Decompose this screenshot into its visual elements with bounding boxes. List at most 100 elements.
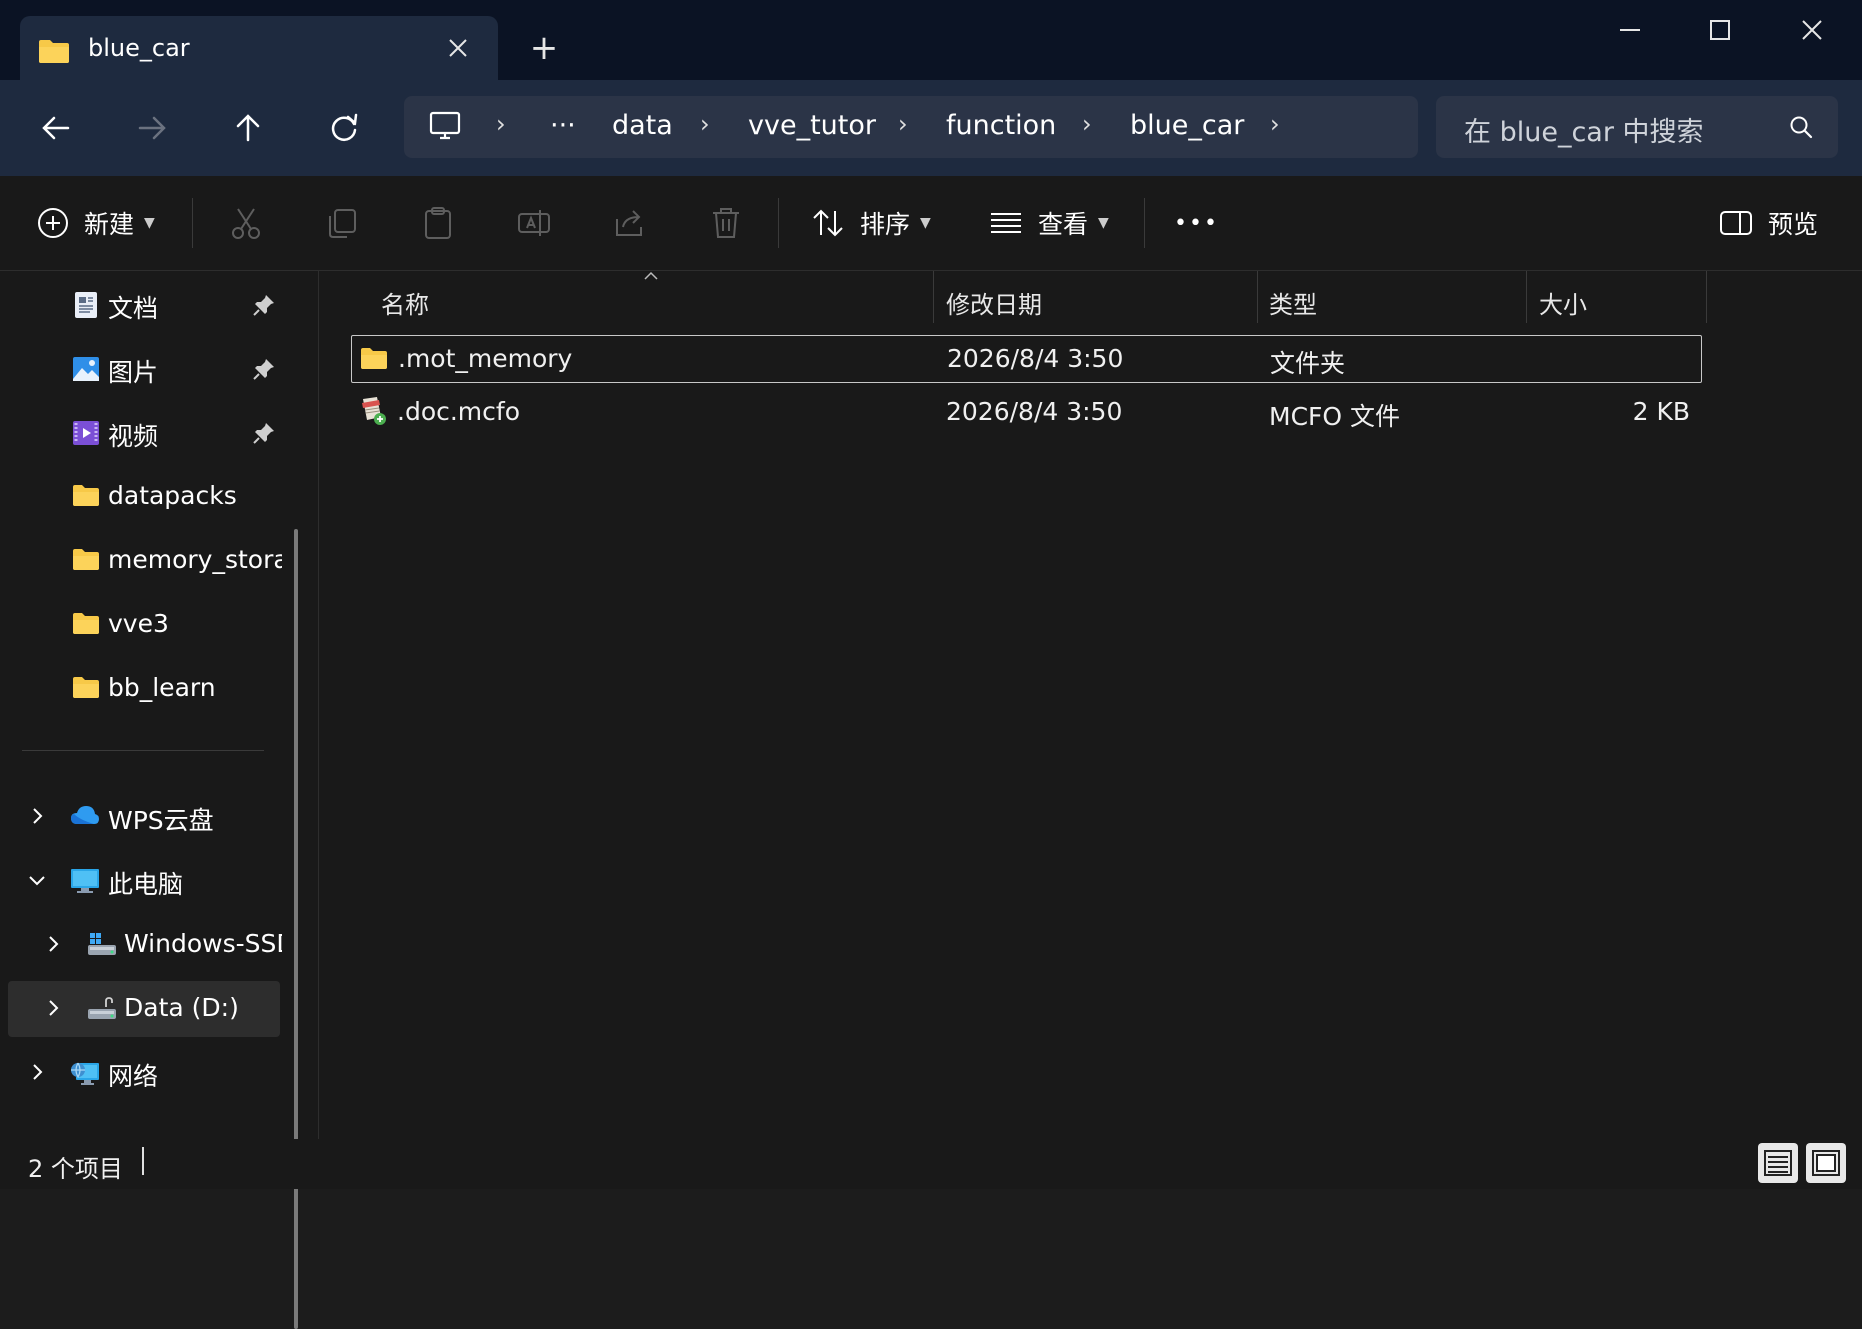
chevron-right-icon[interactable] (42, 933, 64, 955)
preview-pane-button[interactable]: 预览 (1718, 200, 1818, 246)
sidebar-item-data-d[interactable]: Data (D:) (8, 981, 280, 1037)
folder-icon (360, 346, 388, 374)
chevron-right-icon[interactable]: › (1082, 110, 1092, 138)
file-type: 文件夹 (1270, 349, 1346, 378)
chevron-right-icon[interactable]: › (1270, 110, 1280, 138)
maximize-button[interactable] (1690, 10, 1750, 50)
column-header-size[interactable]: 大小 (1539, 285, 1587, 320)
new-button[interactable]: 新建 ▼ (36, 200, 155, 246)
clipboard-icon (425, 207, 451, 239)
sidebar-item-datapacks[interactable]: datapacks (0, 469, 290, 525)
view-button[interactable]: 查看 ▼ (988, 200, 1109, 246)
share-button[interactable] (612, 200, 648, 246)
back-button[interactable] (30, 102, 82, 154)
folder-icon (72, 483, 100, 511)
breadcrumb-data[interactable]: data (612, 110, 673, 141)
new-tab-button[interactable]: + (522, 28, 566, 72)
sidebar-item-label: bb_learn (108, 673, 216, 702)
paste-button[interactable] (420, 200, 456, 246)
chevron-down-icon[interactable] (26, 869, 48, 891)
chevron-right-icon[interactable] (42, 997, 64, 1019)
tab-blue-car[interactable]: blue_car (20, 16, 498, 80)
chevron-right-icon[interactable] (26, 805, 48, 827)
copy-button[interactable] (324, 200, 360, 246)
forward-button[interactable] (126, 102, 178, 154)
delete-button[interactable] (708, 200, 744, 246)
column-divider[interactable] (1526, 271, 1527, 323)
scissors-icon (232, 208, 260, 239)
sidebar-item-label: 此电脑 (108, 870, 184, 899)
rename-button[interactable] (516, 200, 552, 246)
sidebar-item-label: 视频 (108, 422, 159, 451)
column-header-name[interactable]: 名称 (381, 285, 429, 320)
sidebar-item-this-pc[interactable]: 此电脑 (0, 853, 290, 909)
sidebar-item-label: 网络 (108, 1062, 159, 1091)
videos-icon (72, 419, 100, 447)
close-tab-icon[interactable] (440, 30, 476, 66)
sort-button[interactable]: 排序 ▼ (810, 200, 931, 246)
sidebar-item-wps-cloud[interactable]: WPS云盘 (0, 789, 290, 845)
documents-icon (72, 291, 100, 319)
breadcrumb-function[interactable]: function (946, 110, 1056, 141)
column-divider[interactable] (933, 271, 934, 323)
sidebar-item-bb-learn[interactable]: bb_learn (0, 661, 290, 717)
address-bar[interactable]: › ··· data › vve_tutor › function › blue… (404, 96, 1418, 158)
sidebar-divider (22, 750, 264, 751)
table-row[interactable]: .mot_memory 2026/8/4 3:50 文件夹 (351, 335, 1702, 383)
cut-button[interactable] (228, 200, 264, 246)
toolbar-divider (192, 198, 193, 248)
chevron-right-icon[interactable] (26, 1061, 48, 1083)
trash-icon (713, 208, 739, 238)
sidebar-item-label: 图片 (108, 358, 159, 387)
sidebar-item-vve3[interactable]: vve3 (0, 597, 290, 653)
sidebar-item-windows-ssd[interactable]: Windows-SSD (0, 917, 290, 973)
title-bar: blue_car + (0, 0, 1862, 80)
search-icon[interactable] (1788, 114, 1814, 144)
pictures-icon (72, 355, 100, 383)
computer-icon[interactable] (428, 110, 462, 146)
preview-label: 预览 (1768, 210, 1819, 239)
search-placeholder[interactable]: 在 blue_car 中搜索 (1464, 110, 1704, 149)
table-row[interactable]: .doc.mcfo 2026/8/4 3:50 MCFO 文件 2 KB (351, 389, 1700, 435)
column-header-type[interactable]: 类型 (1269, 285, 1317, 320)
file-name: .doc.mcfo (397, 397, 520, 426)
chevron-right-icon[interactable]: › (700, 110, 710, 138)
minimize-button[interactable] (1600, 10, 1660, 50)
chevron-right-icon[interactable]: › (898, 110, 908, 138)
sidebar-scrollbar[interactable] (294, 529, 298, 1329)
search-box[interactable]: 在 blue_car 中搜索 (1436, 96, 1838, 158)
more-options-button[interactable]: ••• (1174, 200, 1219, 246)
tiles-view-button[interactable] (1806, 1143, 1846, 1183)
breadcrumb-blue-car[interactable]: blue_car (1130, 110, 1244, 141)
rename-icon (518, 210, 550, 236)
breadcrumb-overflow[interactable]: ··· (550, 110, 576, 141)
sidebar-item-label: vve3 (108, 609, 169, 638)
breadcrumb-vve-tutor[interactable]: vve_tutor (748, 110, 876, 141)
sidebar-item-videos[interactable]: 视频 (0, 405, 290, 461)
up-button[interactable] (222, 102, 274, 154)
close-window-button[interactable] (1782, 10, 1842, 50)
sidebar-item-documents[interactable]: 文档 (0, 277, 290, 333)
pin-icon[interactable] (252, 357, 276, 385)
chevron-down-icon: ▼ (144, 215, 155, 231)
sidebar-item-memory-storage[interactable]: memory_storag (0, 533, 290, 589)
folder-icon (72, 547, 100, 575)
refresh-button[interactable] (318, 102, 370, 154)
pin-icon[interactable] (252, 293, 276, 321)
column-header-modified[interactable]: 修改日期 (946, 285, 1042, 320)
sidebar-item-label: memory_storag (108, 545, 282, 574)
chevron-down-icon: ▼ (920, 215, 931, 231)
sidebar-item-pictures[interactable]: 图片 (0, 341, 290, 397)
column-divider[interactable] (1257, 271, 1258, 323)
column-divider[interactable] (1706, 271, 1707, 323)
toolbar-divider (1144, 198, 1145, 248)
sidebar-item-label: 文档 (108, 294, 159, 323)
sidebar-item-network[interactable]: 网络 (0, 1045, 290, 1101)
file-type: MCFO 文件 (1269, 402, 1401, 431)
chevron-right-icon[interactable]: › (496, 110, 506, 138)
pin-icon[interactable] (252, 421, 276, 449)
more-icon: ••• (1174, 210, 1219, 236)
drive-icon (86, 995, 116, 1023)
status-bar: 2 个项目 (0, 1139, 1862, 1189)
details-view-button[interactable] (1758, 1143, 1798, 1183)
